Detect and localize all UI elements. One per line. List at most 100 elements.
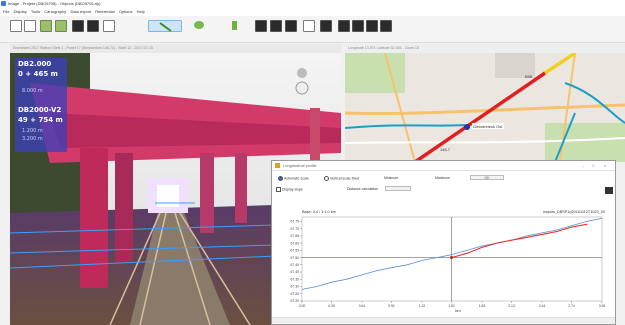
maximize-icon[interactable]: □ <box>592 163 594 168</box>
radio-off-icon <box>324 176 329 181</box>
profile-window[interactable]: Longitudinal profile – □ × Automatic sca… <box>271 160 616 325</box>
auto-scale-label: Automatic scale <box>284 176 309 181</box>
profile-series-point-1 <box>481 247 483 248</box>
map-icon[interactable] <box>366 20 378 32</box>
chart-base-label: Base: 0.4 / 1:1.0 km <box>302 210 336 214</box>
profile-series-point-1 <box>571 226 572 228</box>
profile-series-point-0 <box>526 235 528 237</box>
overlay-line7: 1.200 m <box>22 128 43 134</box>
menu-file[interactable]: File <box>3 9 9 14</box>
map-icon[interactable] <box>352 20 364 32</box>
x-tick-label: 3.05 <box>599 304 606 308</box>
display-slope-checkbox[interactable]: Display slope <box>276 187 303 192</box>
auto-scale-radio[interactable]: Automatic scale <box>278 176 309 181</box>
y-tick-label: 67.40 <box>291 270 300 274</box>
profile-series-point-0 <box>571 225 572 227</box>
menu-cartography[interactable]: Cartography <box>44 9 66 14</box>
title-bar: Image - Projekt (DBO5705) - Objects (DBO… <box>0 0 625 8</box>
panel-icon[interactable] <box>303 20 315 32</box>
profile-title-bar: Longitudinal profile – □ × <box>272 161 615 171</box>
x-tick-label: 0.00 <box>299 304 306 308</box>
open-icon[interactable] <box>24 20 36 32</box>
vertical-fixed-label: Vertical scale fixed <box>330 176 359 181</box>
vertical-fixed-radio[interactable]: Vertical scale fixed <box>324 176 359 181</box>
menu-tools[interactable]: Tools <box>31 9 40 14</box>
profile-series-point-0 <box>301 289 303 290</box>
menu-options[interactable]: Options <box>119 9 133 14</box>
profile-series-point-0 <box>316 286 318 287</box>
menu-referential[interactable]: Referential <box>95 9 114 14</box>
x-tick-label: 0.61 <box>359 304 366 308</box>
profile-series-point-1 <box>586 223 588 225</box>
layer-icon[interactable] <box>255 20 267 32</box>
y-tick-label: 67.55 <box>291 249 300 253</box>
layer-icon[interactable] <box>285 20 297 32</box>
x-tick-label: 1.83 <box>479 304 486 308</box>
save-icon[interactable] <box>10 20 22 32</box>
menu-data-export[interactable]: Data export <box>70 9 91 14</box>
grid-icon[interactable] <box>320 20 332 32</box>
profile-series-point-1 <box>541 234 543 235</box>
horizontal-scrollbar[interactable] <box>272 317 615 324</box>
profile-series-point-0 <box>376 270 378 271</box>
film-icon[interactable] <box>87 20 99 32</box>
line-tool-icon[interactable] <box>148 20 182 32</box>
map-icon[interactable] <box>338 20 350 32</box>
zoom-icon[interactable] <box>103 20 115 32</box>
distance-calc-field[interactable] <box>385 186 411 191</box>
map-canvas[interactable]: Gleisdreieck Ost B96 146.7 <box>345 53 625 162</box>
x-tick-label: 2.74 <box>568 304 575 308</box>
measurement-overlay: DB2.000 0 + 465 m 8.000 m DB2000-V2 49 +… <box>15 58 67 152</box>
chart-file-label: insplus_DBSP1p20161112T1023_00 <box>543 210 605 214</box>
profile-series-point-1 <box>556 231 558 232</box>
cursor-point <box>450 256 454 260</box>
x-tick-label: 2.44 <box>539 304 546 308</box>
profile-series-point-0 <box>331 281 332 283</box>
export-icon[interactable] <box>605 187 613 194</box>
battery-icon[interactable] <box>232 21 237 30</box>
x-tick-label: 0.91 <box>388 304 395 308</box>
profile-series-point-1 <box>511 239 512 241</box>
map-station-label: Gleisdreieck Ost <box>473 124 503 129</box>
menu-help[interactable]: Help <box>137 9 145 14</box>
y-tick-label: 67.30 <box>291 285 300 289</box>
maximum-label: Maximum <box>435 176 451 180</box>
app-icon <box>1 1 6 6</box>
y-tick-label: 67.60 <box>291 241 300 245</box>
map-view[interactable]: Longitude 13.571 Latitude 52.345 - Zoom … <box>345 44 625 162</box>
checkbox-icon <box>276 187 281 192</box>
close-icon[interactable]: × <box>604 163 606 168</box>
distance-calc-label: Distance calculation <box>347 187 379 191</box>
ok-button[interactable]: OK <box>470 175 504 180</box>
camera-icon[interactable] <box>72 20 84 32</box>
profile-series-point-0 <box>361 274 363 276</box>
profile-series-point-0 <box>406 264 408 266</box>
layer-icon[interactable] <box>270 20 282 32</box>
x-axis-label: km <box>455 308 461 313</box>
y-tick-label: 67.35 <box>291 277 300 281</box>
profile-series-point-0 <box>451 254 452 256</box>
overlay-line2: 0 + 465 m <box>18 70 58 78</box>
eye-icon[interactable] <box>194 21 204 29</box>
minimize-icon[interactable]: – <box>582 163 584 168</box>
grid-icon[interactable] <box>55 20 67 32</box>
overlay-line4: 8.000 m <box>22 88 43 94</box>
x-tick-label: 1.52 <box>448 304 455 308</box>
map-road-label: B96 <box>525 74 533 79</box>
y-tick-label: 67.75 <box>291 220 300 224</box>
profile-series-point-0 <box>586 220 588 222</box>
menu-bar: File Display Tools Cartography Data expo… <box>0 8 625 16</box>
profile-chart[interactable]: 67.75 67.70 67.65 67.60 67.55 67.50 67.45 67.40… <box>272 199 615 319</box>
map-icon[interactable] <box>380 20 392 32</box>
radio-on-icon <box>278 176 283 181</box>
profile-title: Longitudinal profile <box>283 163 317 168</box>
profile-series-point-0 <box>466 249 468 251</box>
y-tick-label: 67.45 <box>291 263 300 267</box>
overlay-line6: 49 + 754 m <box>18 116 63 124</box>
y-tick-label: 67.20 <box>291 299 300 303</box>
grid-icon[interactable] <box>40 20 52 32</box>
x-tick-label: 1.22 <box>419 304 426 308</box>
y-tick-label: 67.25 <box>291 292 300 296</box>
profile-series-point-0 <box>345 278 347 280</box>
menu-display[interactable]: Display <box>14 9 27 14</box>
